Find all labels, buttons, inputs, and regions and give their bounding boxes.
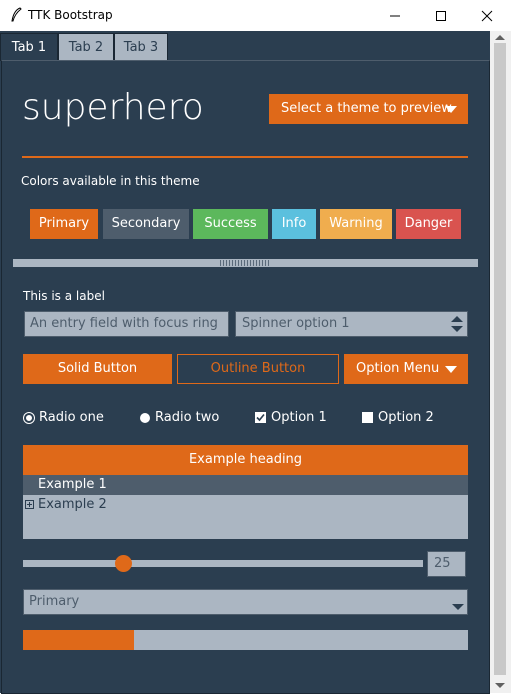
radio-one[interactable]: Radio one xyxy=(24,410,104,425)
check-icon xyxy=(255,412,266,423)
option-2-label: Option 2 xyxy=(378,410,434,425)
theme-select-combobox[interactable]: Select a theme to preview xyxy=(269,94,468,124)
spinner-down-icon[interactable] xyxy=(451,326,463,332)
minimize-icon xyxy=(390,15,400,16)
option-1-label: Option 1 xyxy=(271,410,327,425)
treeview-heading[interactable]: Example heading xyxy=(23,445,468,475)
radio-one-indicator xyxy=(24,412,34,423)
chevron-down-icon xyxy=(445,366,457,373)
radio-one-label: Radio one xyxy=(39,410,104,425)
chevron-down-icon xyxy=(445,106,457,113)
checkbox-empty-icon xyxy=(362,412,373,423)
treeview-row[interactable]: Example 2 xyxy=(23,495,468,515)
scale-handle[interactable] xyxy=(115,555,132,572)
secondary-button[interactable]: Secondary xyxy=(103,209,189,239)
treeview-row-label: Example 2 xyxy=(38,497,107,512)
warning-button[interactable]: Warning xyxy=(320,209,392,239)
treeview[interactable]: Example 1 Example 2 xyxy=(23,475,468,539)
scroll-up-icon[interactable] xyxy=(495,34,505,40)
combobox-value: Primary xyxy=(29,594,80,609)
spinner-field[interactable]: Spinner option 1 xyxy=(235,311,468,337)
spinner-value: Spinner option 1 xyxy=(242,316,350,331)
main-content: Tab 1 Tab 2 Tab 3 superhero Select a the… xyxy=(0,31,490,694)
scrollbar-grip[interactable] xyxy=(220,260,270,266)
chevron-down-icon xyxy=(452,604,464,610)
color-combobox[interactable]: Primary xyxy=(23,589,468,615)
maximize-button[interactable] xyxy=(418,0,464,31)
theme-name-heading: superhero xyxy=(22,87,204,128)
success-button[interactable]: Success xyxy=(193,209,268,239)
treeview-row[interactable]: Example 1 xyxy=(23,475,468,495)
example-label: This is a label xyxy=(23,289,105,303)
minimize-button[interactable] xyxy=(372,0,418,31)
tab-2[interactable]: Tab 2 xyxy=(58,33,114,61)
radio-two-indicator xyxy=(140,412,150,423)
progress-bar xyxy=(23,630,468,650)
title-bar: TTK Bootstrap xyxy=(0,0,511,31)
option-2-checkbox[interactable]: Option 2 xyxy=(362,410,434,425)
option-1-checkbox[interactable]: Option 1 xyxy=(255,410,327,425)
scroll-down-icon[interactable] xyxy=(495,683,505,689)
feather-app-icon xyxy=(11,7,22,22)
outline-button[interactable]: Outline Button xyxy=(177,354,339,384)
danger-button[interactable]: Danger xyxy=(396,209,461,239)
scale-track[interactable] xyxy=(23,560,423,567)
close-icon xyxy=(481,10,493,21)
tab-1[interactable]: Tab 1 xyxy=(0,33,58,61)
horizontal-scrollbar[interactable] xyxy=(13,259,478,267)
spinner-up-icon[interactable] xyxy=(451,316,463,322)
solid-button[interactable]: Solid Button xyxy=(23,354,172,384)
primary-button[interactable]: Primary xyxy=(30,209,98,239)
vertical-scrollbar[interactable] xyxy=(490,31,511,693)
info-button[interactable]: Info xyxy=(272,209,316,239)
window-title: TTK Bootstrap xyxy=(28,8,113,22)
expand-plus-icon[interactable] xyxy=(25,500,34,509)
scale-value-field[interactable]: 25 xyxy=(427,551,466,577)
progress-fill xyxy=(23,630,135,650)
scrollbar-thumb[interactable] xyxy=(494,43,506,675)
radio-two-label: Radio two xyxy=(155,410,220,425)
option-menu-label: Option Menu xyxy=(356,361,440,376)
entry-field[interactable]: An entry field with focus ring xyxy=(24,311,229,337)
maximize-icon xyxy=(436,10,446,21)
close-button[interactable] xyxy=(464,0,510,31)
tab-3[interactable]: Tab 3 xyxy=(114,33,168,61)
header-separator xyxy=(22,156,468,158)
option-menu[interactable]: Option Menu xyxy=(344,354,468,384)
theme-select-label: Select a theme to preview xyxy=(281,101,452,116)
colors-label: Colors available in this theme xyxy=(21,174,200,188)
radio-two[interactable]: Radio two xyxy=(140,410,219,425)
